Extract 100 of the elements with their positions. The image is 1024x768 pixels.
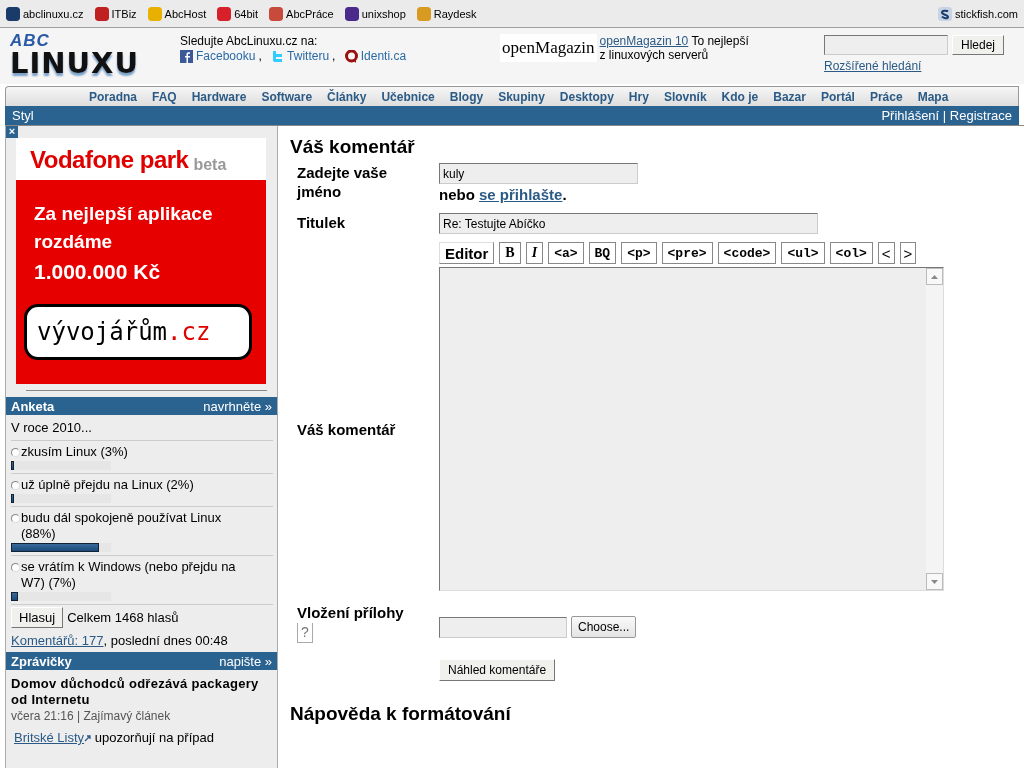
separator-text: ,: [258, 49, 262, 63]
poll-title: Anketa: [11, 398, 55, 414]
nav-link[interactable]: Články: [327, 89, 367, 104]
close-button[interactable]: ×: [6, 126, 18, 138]
nav-link[interactable]: Poradna: [89, 89, 137, 104]
site-logo[interactable]: ABC LINUXU: [10, 32, 140, 84]
nav-link[interactable]: Software: [261, 89, 313, 104]
comments-text: Komentářů: 177, poslední dnes 00:48: [11, 633, 229, 648]
nav-link[interactable]: FAQ: [152, 89, 177, 104]
bookmark-link[interactable]: Raydesk: [433, 7, 477, 20]
speech-bubble-icon: [344, 49, 358, 63]
ad-headline: Za nejlepší aplikace rozdáme: [34, 202, 214, 254]
vote-total: Celkem 1468 hlasů: [67, 610, 179, 625]
field-label: Zadejte vaše jméno: [297, 163, 389, 202]
vote-button[interactable]: Hlasuj: [11, 607, 64, 628]
nav-link[interactable]: Portál: [820, 89, 855, 104]
separator-text: |: [941, 108, 948, 123]
file-field[interactable]: [439, 616, 567, 638]
nav-link[interactable]: Hardware: [191, 89, 247, 104]
format-button[interactable]: <a>: [548, 242, 584, 264]
bookmark-link[interactable]: ITBiz: [111, 7, 137, 20]
comments-link[interactable]: Komentářů: 177: [11, 633, 104, 648]
bird-icon: [271, 49, 285, 63]
separator-text: ,: [332, 49, 336, 63]
format-button[interactable]: B: [499, 242, 521, 264]
field-label: Vložení přílohy ?: [297, 603, 439, 643]
ad-tag: beta: [193, 156, 227, 174]
bookmark-link[interactable]: unixshop: [361, 7, 406, 20]
bookmark-link[interactable]: AbcPráce: [286, 7, 334, 20]
bookmark-link[interactable]: AbcHost: [164, 7, 207, 20]
poll-option-label: budu dál spokojeně používat Linux (88%): [21, 510, 223, 542]
write-link[interactable]: napište »: [219, 653, 272, 669]
nav-link[interactable]: Hry: [628, 89, 649, 104]
bookmark-link[interactable]: 64bit: [234, 7, 259, 20]
poll-question: V roce 2010...: [11, 420, 273, 441]
nav-link[interactable]: Blogy: [449, 89, 484, 104]
section-heading: Nápověda k formátování: [290, 703, 512, 725]
format-button[interactable]: Editor: [439, 242, 495, 264]
format-button[interactable]: <code>: [717, 242, 777, 264]
nav-link[interactable]: Mapa: [917, 89, 949, 104]
format-button[interactable]: <ol>: [829, 242, 873, 264]
format-button[interactable]: BQ: [588, 242, 617, 264]
name-field[interactable]: kuly: [439, 163, 638, 184]
up-arrow-icon: [931, 274, 938, 279]
suggest-link[interactable]: navrhněte »: [203, 398, 272, 414]
bookmark-link[interactable]: abclinuxu.cz: [23, 7, 84, 20]
section-heading: Váš komentář: [290, 136, 416, 158]
bookmark-link[interactable]: stickfish.com: [955, 7, 1018, 20]
poll-option-label: už úplně přejdu na Linux (2%): [21, 477, 195, 493]
radio-button[interactable]: [11, 448, 20, 457]
field-label: Váš komentář: [297, 419, 397, 439]
nav-link[interactable]: Desktopy: [559, 89, 614, 104]
nav-link[interactable]: Bazar: [773, 89, 806, 104]
radio-button[interactable]: [11, 563, 20, 572]
letter-s-icon: [938, 6, 953, 21]
nav-link[interactable]: Kdo je: [721, 89, 759, 104]
nav-link[interactable]: Učebnice: [381, 89, 435, 104]
magazine-logo[interactable]: openMagazin: [500, 34, 597, 62]
poll-option-label: zkusím Linux (3%): [21, 444, 129, 460]
field-label: Titulek: [297, 213, 347, 233]
register-link[interactable]: Registrace: [949, 108, 1012, 123]
news-text: Britské Listy upozorňují na případ: [13, 730, 215, 745]
scrollbar[interactable]: [926, 268, 943, 590]
follow-text: Sledujte AbcLinuxu.cz na:: [180, 34, 319, 48]
title-field[interactable]: Re: Testujte Abíčko: [439, 213, 818, 234]
style-label: Styl: [12, 108, 34, 123]
news-title: Zprávičky: [11, 653, 72, 669]
ad-amount: 1.000.000 Kč: [34, 260, 162, 284]
social-link[interactable]: Identi.ca: [360, 49, 407, 63]
nav-link[interactable]: Práce: [869, 89, 903, 104]
social-link[interactable]: Facebooku: [196, 49, 256, 63]
nav-link[interactable]: Slovník: [663, 89, 707, 104]
format-button[interactable]: <ul>: [781, 242, 825, 264]
radio-button[interactable]: [11, 481, 20, 490]
login-link[interactable]: Přihlášení: [881, 108, 940, 123]
social-link[interactable]: Twitteru: [287, 49, 330, 63]
help-link[interactable]: ?: [297, 623, 313, 643]
poll-option-label: se vrátím k Windows (nebo přejdu na W7) (7%): [21, 559, 236, 591]
facebook-icon: [180, 49, 193, 63]
login-link[interactable]: se přihlašte: [479, 186, 563, 203]
source-link[interactable]: Britské Listy: [14, 730, 85, 745]
format-button[interactable]: I: [525, 242, 544, 264]
promo-text: openMagazin 10 To nejlepší z linuxových serverů: [599, 34, 750, 62]
format-button[interactable]: >: [899, 242, 917, 264]
ad-site-text: vývojářům.cz: [37, 318, 211, 346]
format-button[interactable]: <: [877, 242, 895, 264]
choose-button[interactable]: Choose...: [571, 616, 637, 638]
news-headline[interactable]: Domov důchodců odřezává packagery od Internetu: [11, 676, 272, 708]
preview-button[interactable]: Náhled komentáře: [439, 659, 556, 681]
login-hint: nebo se přihlašte.: [439, 186, 568, 203]
search-field[interactable]: [824, 35, 948, 55]
radio-button[interactable]: [11, 514, 20, 523]
nav-link[interactable]: Skupiny: [498, 89, 545, 104]
format-button[interactable]: <p>: [621, 242, 657, 264]
news-meta: včera 21:16 | Zajímavý článek: [11, 709, 172, 723]
advanced-search-link[interactable]: Rozšířené hledání: [824, 59, 1014, 73]
format-button[interactable]: <pre>: [661, 242, 713, 264]
magazine-link[interactable]: openMagazin 10: [599, 34, 689, 48]
external-link-icon: [84, 735, 92, 742]
search-button[interactable]: Hledej: [952, 35, 1005, 55]
